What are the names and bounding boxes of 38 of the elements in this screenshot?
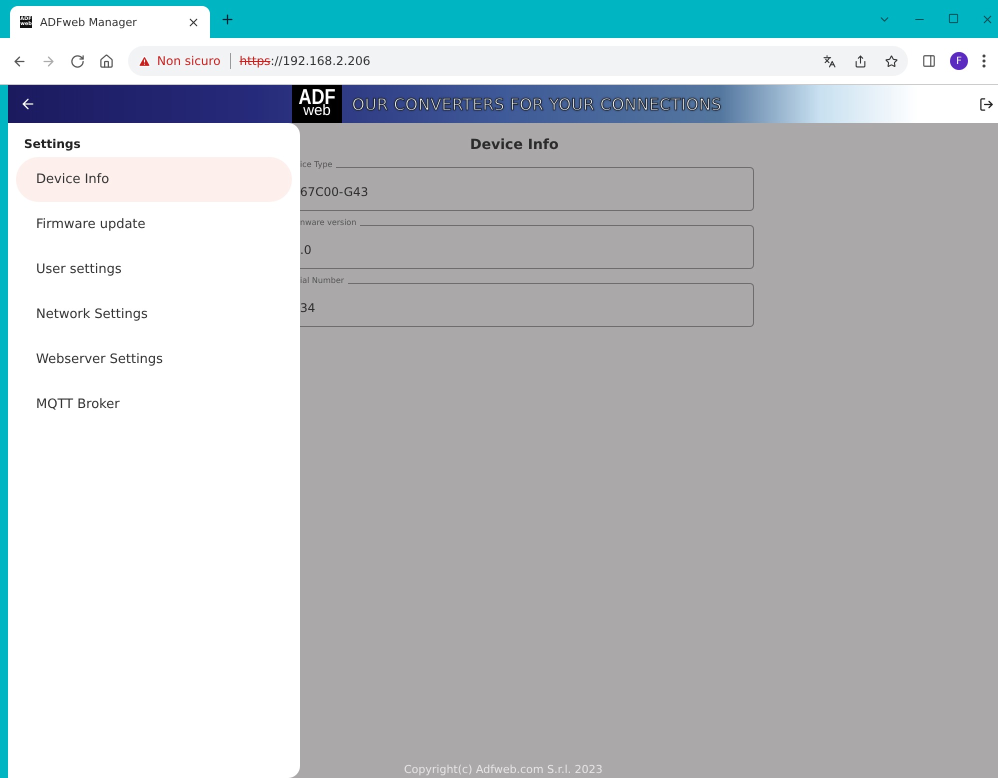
side-panel-icon[interactable] <box>922 54 936 68</box>
drawer-item[interactable]: Device Info <box>16 157 292 202</box>
drawer-item[interactable]: User settings <box>16 247 292 292</box>
drawer-item[interactable]: Firmware update <box>16 202 292 247</box>
drawer-item[interactable]: Webserver Settings <box>16 337 292 382</box>
logout-icon[interactable] <box>979 96 994 112</box>
text-field[interactable]: 34 <box>300 283 754 327</box>
field-value: 34 <box>300 301 316 315</box>
translate-icon[interactable] <box>823 54 836 68</box>
warning-icon <box>138 54 151 68</box>
field-label: nware version <box>300 218 360 227</box>
text-field[interactable]: 67C00-G43 <box>300 167 754 211</box>
share-icon[interactable] <box>854 54 867 68</box>
menu-icon[interactable] <box>982 54 986 68</box>
drawer-item[interactable]: MQTT Broker <box>16 382 292 427</box>
security-label: Non sicuro <box>157 54 221 68</box>
maximize-icon[interactable] <box>948 12 959 24</box>
logo: ADF web <box>292 85 342 123</box>
field-label: ial Number <box>300 276 348 285</box>
close-icon[interactable] <box>187 16 200 28</box>
drawer-item[interactable]: Network Settings <box>16 292 292 337</box>
drawer-title: Settings <box>24 137 82 151</box>
home-icon[interactable] <box>99 54 114 68</box>
page-title: Device Info <box>470 137 560 153</box>
url-text: https://192.168.2.206 <box>240 54 370 68</box>
address-bar[interactable]: Non sicuro https://192.168.2.206 <box>128 46 908 76</box>
star-icon[interactable] <box>885 54 898 68</box>
copyright-text: Copyright(c) Adfweb.com S.r.l. 2023 <box>404 763 603 776</box>
tab-title: ADFweb Manager <box>40 16 138 28</box>
slogan: OUR CONVERTERS FOR YOUR CONNECTIONS <box>352 94 722 114</box>
field-value: .0 <box>300 243 312 257</box>
profile-avatar[interactable]: F <box>950 52 968 70</box>
field-label: ice Type <box>300 160 336 169</box>
field-value: 67C00-G43 <box>300 185 368 199</box>
reload-icon[interactable] <box>70 54 85 68</box>
back-icon[interactable] <box>12 54 27 68</box>
new-tab-icon[interactable] <box>220 12 235 26</box>
back-icon[interactable] <box>20 96 36 112</box>
